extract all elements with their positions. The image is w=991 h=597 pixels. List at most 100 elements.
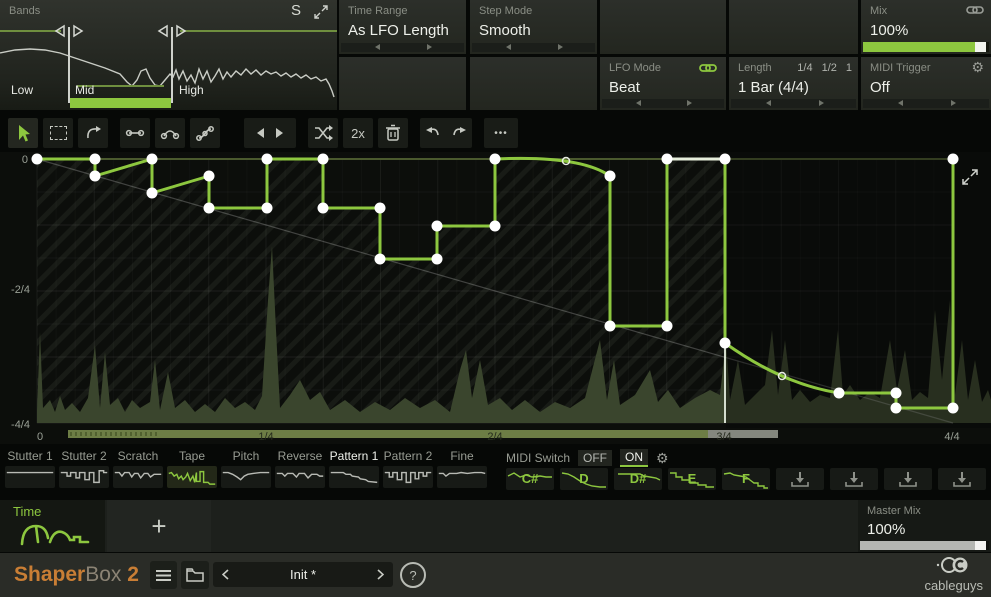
lfo-node[interactable]	[204, 171, 215, 182]
bands-spectrum-display[interactable]	[0, 0, 337, 110]
midi-slot-download[interactable]	[938, 468, 986, 490]
lfo-node[interactable]	[720, 154, 731, 165]
wave-preset-thumbnail[interactable]	[437, 466, 487, 488]
tab-time-channel[interactable]: Time	[0, 500, 105, 552]
lfo-node[interactable]	[90, 171, 101, 182]
wave-preset-label[interactable]: Reverse	[275, 449, 325, 463]
midi-trigger-scrub[interactable]	[863, 99, 989, 108]
wave-preset-label[interactable]: Pitch	[221, 449, 271, 463]
wave-preset-thumbnail[interactable]	[275, 466, 325, 488]
more-options-button[interactable]: •••	[484, 118, 518, 148]
lfo-node[interactable]	[147, 188, 158, 199]
lfo-node[interactable]	[490, 221, 501, 232]
marquee-select-tool-button[interactable]	[43, 118, 73, 148]
midi-note-slot[interactable]: C#	[506, 468, 554, 490]
lfo-node[interactable]	[490, 154, 501, 165]
curve-tool-button[interactable]	[155, 118, 185, 148]
master-mix-control[interactable]: Master Mix 100%	[858, 500, 991, 552]
length-quick-half[interactable]: 1/2	[822, 62, 837, 74]
wave-preset-label[interactable]: Pattern 2	[383, 449, 433, 463]
cursor-tool-button[interactable]	[8, 118, 38, 148]
lfo-node[interactable]	[605, 171, 616, 182]
wave-preset-thumbnail[interactable]	[5, 466, 55, 488]
solo-button[interactable]: S	[291, 2, 301, 19]
shift-right-icon[interactable]	[275, 127, 284, 139]
next-preset-icon[interactable]	[377, 569, 384, 580]
lfo-node[interactable]	[432, 254, 443, 265]
midi-note-slot[interactable]: E	[668, 468, 716, 490]
length-control[interactable]: Length 1/4 1/2 1 1 Bar (4/4)	[729, 57, 858, 110]
length-value[interactable]: 1 Bar (4/4)	[738, 79, 809, 96]
menu-button[interactable]	[150, 561, 177, 589]
lfo-mode-control[interactable]: LFO Mode Beat	[600, 57, 726, 110]
midi-slot-download[interactable]	[776, 468, 824, 490]
wave-preset-label[interactable]: Scratch	[113, 449, 163, 463]
prev-arrow-icon[interactable]	[898, 100, 903, 106]
link-icon[interactable]	[966, 3, 984, 21]
midi-note-slot[interactable]: D#	[614, 468, 662, 490]
delete-button[interactable]	[378, 118, 408, 148]
divider2-left-handle-icon[interactable]	[159, 26, 167, 36]
preset-name[interactable]: Init *	[229, 567, 377, 582]
lfo-mode-scrub[interactable]	[602, 99, 724, 108]
double-pattern-button[interactable]: 2x	[343, 118, 373, 148]
wave-preset-thumbnail[interactable]	[113, 466, 163, 488]
lfo-node[interactable]	[948, 154, 959, 165]
lfo-editor-canvas[interactable]: 0 -2/4 -4/4 0 1/4 2/4 3/4 4/4	[0, 152, 991, 444]
midi-slot-download[interactable]	[830, 468, 878, 490]
length-quick-one[interactable]: 1	[846, 62, 852, 74]
lfo-node[interactable]	[147, 154, 158, 165]
midi-note-slot[interactable]: D	[560, 468, 608, 490]
wave-preset-thumbnail[interactable]	[329, 466, 379, 488]
redo-icon[interactable]	[451, 126, 467, 140]
wave-preset-label[interactable]: Pattern 1	[329, 449, 379, 463]
lfo-node[interactable]	[90, 154, 101, 165]
mix-slider[interactable]	[863, 42, 989, 52]
add-channel-button[interactable]: +	[107, 500, 211, 552]
next-arrow-icon[interactable]	[558, 44, 563, 50]
wave-preset-thumbnail[interactable]	[167, 466, 217, 488]
length-quick-quarter[interactable]: 1/4	[797, 62, 812, 74]
prev-preset-icon[interactable]	[222, 569, 229, 580]
time-range-control[interactable]: Time Range As LFO Length	[339, 0, 466, 54]
timeline-bar[interactable]	[68, 430, 708, 438]
editor-expand-icon[interactable]	[961, 168, 979, 191]
lfo-node[interactable]	[891, 403, 902, 414]
lfo-node[interactable]	[662, 154, 673, 165]
lfo-node[interactable]	[720, 338, 731, 349]
prev-arrow-icon[interactable]	[375, 44, 380, 50]
step-mode-value[interactable]: Smooth	[479, 22, 531, 39]
lfo-node[interactable]	[262, 154, 273, 165]
lfo-node[interactable]	[204, 203, 215, 214]
wave-preset-thumbnail[interactable]	[383, 466, 433, 488]
divider1-right-handle-icon[interactable]	[74, 26, 82, 36]
prev-arrow-icon[interactable]	[506, 44, 511, 50]
lfo-node[interactable]	[318, 154, 329, 165]
lfo-node[interactable]	[375, 254, 386, 265]
lfo-node[interactable]	[432, 221, 443, 232]
wave-preset-label[interactable]: Fine	[437, 449, 487, 463]
bands-expand-icon[interactable]	[313, 4, 329, 25]
lfo-node[interactable]	[948, 403, 959, 414]
next-arrow-icon[interactable]	[819, 100, 824, 106]
step-mode-scrub[interactable]	[472, 43, 595, 52]
wave-preset-label[interactable]: Tape	[167, 449, 217, 463]
midi-switch-off-button[interactable]: OFF	[578, 450, 612, 466]
help-button[interactable]: ?	[400, 562, 426, 588]
next-arrow-icon[interactable]	[951, 100, 956, 106]
midi-note-slot[interactable]: F	[722, 468, 770, 490]
length-scrub[interactable]	[731, 99, 856, 108]
wave-preset-thumbnail[interactable]	[59, 466, 109, 488]
preset-browser-button[interactable]	[181, 561, 209, 589]
draw-curve-tool-button[interactable]	[78, 118, 108, 148]
preset-selector[interactable]: Init *	[213, 562, 393, 587]
lfo-editor[interactable]: 0 -2/4 -4/4 0 1/4 2/4 3/4 4/4	[0, 152, 991, 444]
randomize-button[interactable]	[308, 118, 338, 148]
time-range-value[interactable]: As LFO Length	[348, 22, 449, 39]
lfo-node[interactable]	[662, 321, 673, 332]
lfo-node[interactable]	[834, 388, 845, 399]
shift-left-icon[interactable]	[256, 127, 265, 139]
lfo-node[interactable]	[318, 203, 329, 214]
lfo-node[interactable]	[375, 203, 386, 214]
prev-arrow-icon[interactable]	[636, 100, 641, 106]
